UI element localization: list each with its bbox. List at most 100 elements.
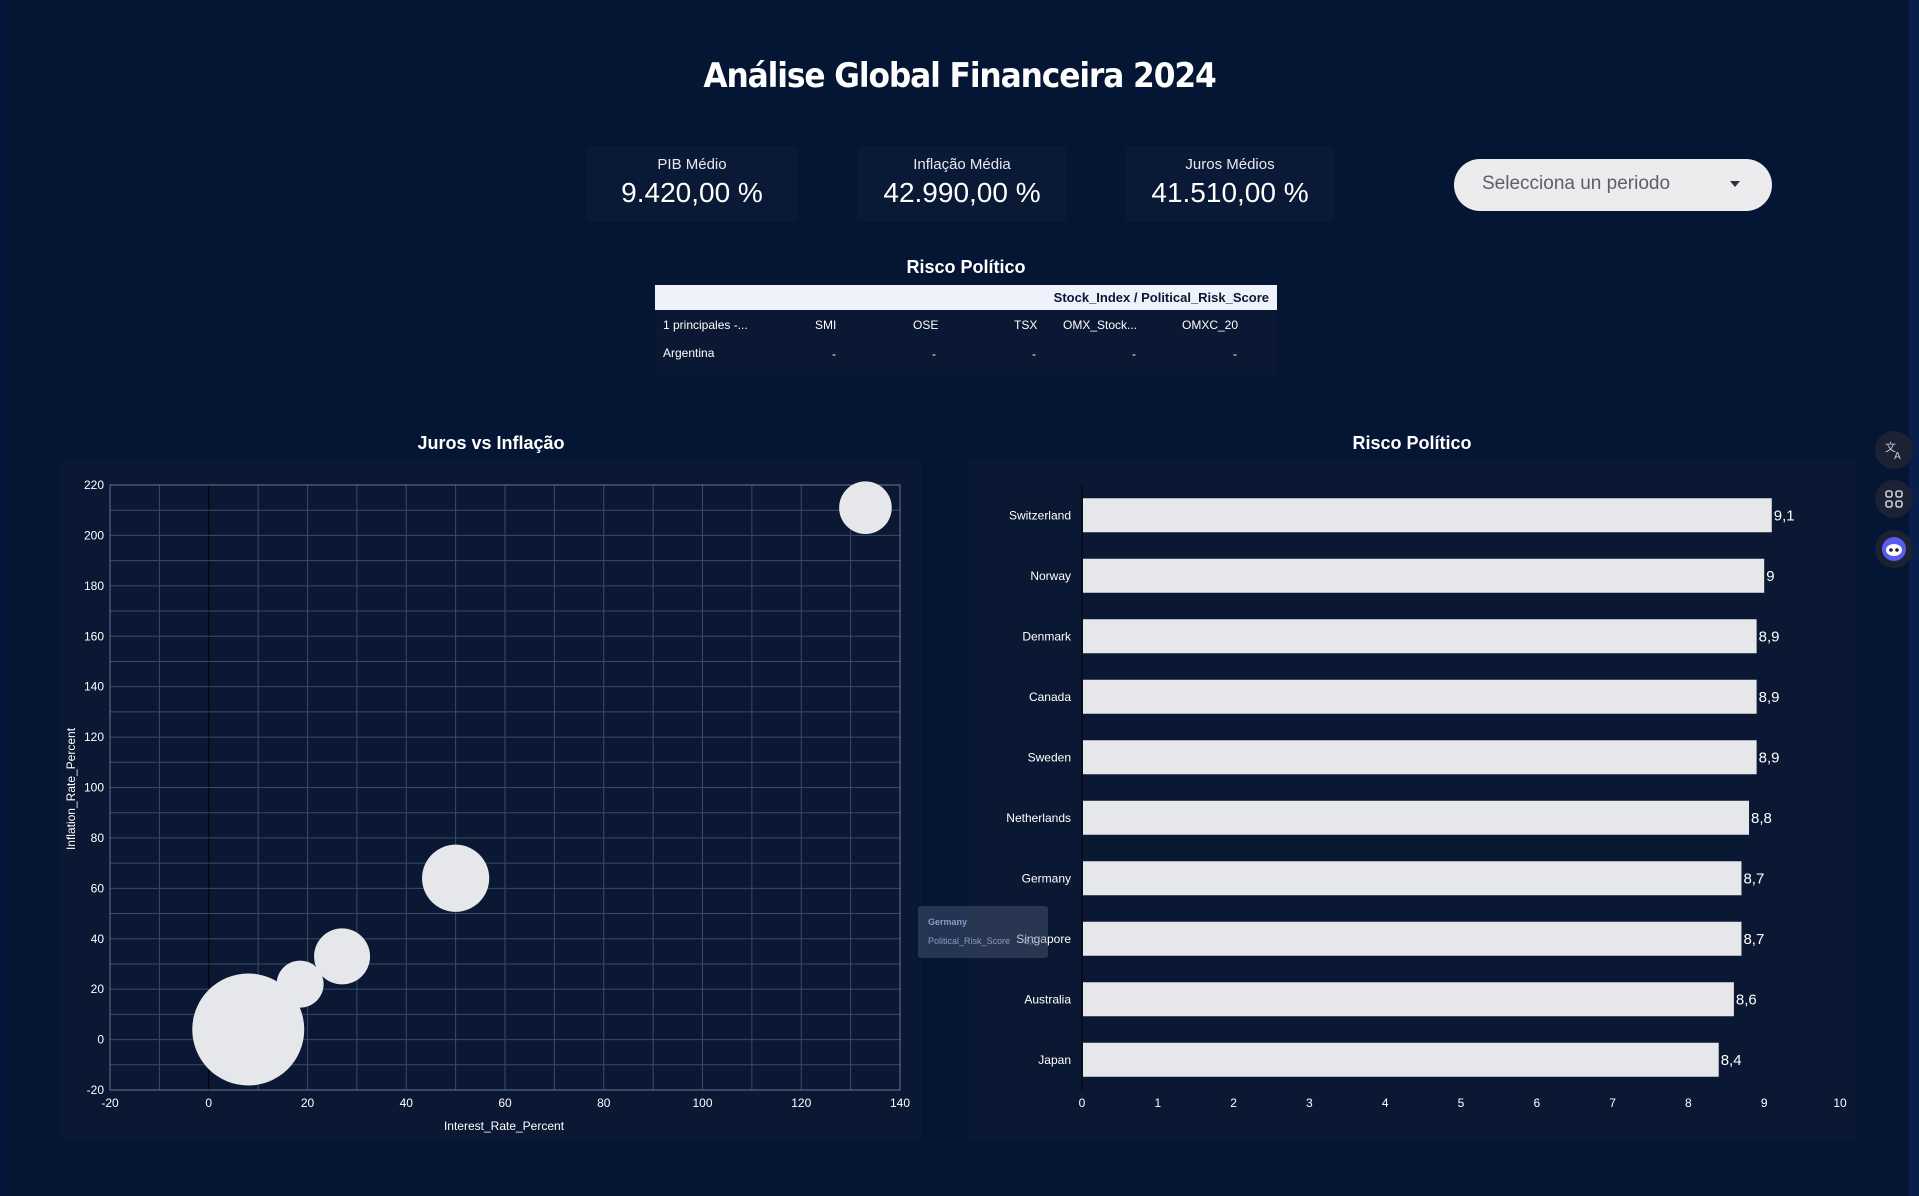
x-tick-label: 140 — [890, 1096, 910, 1110]
x-tick-label: 100 — [692, 1096, 712, 1110]
risk-table-title: Risco Político — [906, 257, 1026, 277]
scatter-point[interactable] — [314, 928, 371, 985]
y-tick-label: 100 — [84, 781, 104, 795]
bar[interactable] — [1083, 800, 1750, 835]
y-tick-label: 80 — [91, 831, 105, 845]
x-tick-label: 9 — [1761, 1096, 1768, 1110]
scatter-chart: -20 0 20 40 60 80 100 120 140 -20 0 20 40 60 80 100 120 1… — [64, 478, 910, 1133]
bar[interactable] — [1083, 679, 1757, 714]
x-tick-label: 0 — [205, 1096, 212, 1110]
kpi-value: 41.510,00 % — [1151, 177, 1309, 208]
y-tick-label: 40 — [91, 932, 105, 946]
table-column-header: OSE — [913, 318, 939, 332]
x-tick-label: 20 — [301, 1096, 315, 1110]
table-cell: - — [1032, 347, 1036, 361]
y-category-label: Australia — [1024, 992, 1071, 1006]
kpi-card-inflation: Inflação Média 42.990,00 % — [857, 146, 1067, 222]
y-category-label: Japan — [1038, 1053, 1071, 1067]
x-tick-label: 7 — [1609, 1096, 1616, 1110]
apps-button[interactable] — [1875, 480, 1913, 518]
x-tick-label: 60 — [498, 1096, 512, 1110]
bar-value-label: 8,9 — [1759, 749, 1780, 766]
x-axis-label: Interest_Rate_Percent — [444, 1119, 565, 1133]
apps-grid-icon — [1885, 490, 1903, 508]
x-tick-label: 3 — [1306, 1096, 1313, 1110]
bar-chart-panel: Switzerland 9,1 Norway 9 Denmark 8,9 Canada 8,9… — [967, 460, 1857, 1140]
chevron-down-icon[interactable] — [1730, 181, 1740, 187]
x-tick-label: 5 — [1458, 1096, 1465, 1110]
x-tick-label: 120 — [791, 1096, 811, 1110]
table-cell: - — [1233, 347, 1237, 361]
y-tick-label: -20 — [87, 1083, 105, 1097]
table-cell: - — [1132, 347, 1136, 361]
bar[interactable] — [1083, 498, 1772, 533]
table-header: Stock_Index / Political_Risk_Score — [655, 285, 1277, 310]
y-tick-label: 200 — [84, 528, 104, 542]
y-tick-label: 140 — [84, 680, 104, 694]
bar-value-label: 8,6 — [1736, 991, 1757, 1008]
table-column-header: TSX — [1014, 318, 1038, 332]
scatter-point[interactable] — [195, 1023, 213, 1041]
period-select-placeholder: Selecciona un periodo — [1482, 173, 1671, 194]
translate-button[interactable]: 文 A — [1875, 431, 1913, 469]
kpi-card-interest: Juros Médios 41.510,00 % — [1125, 146, 1335, 222]
y-category-label: Sweden — [1028, 750, 1071, 764]
bar[interactable] — [1083, 861, 1742, 896]
y-tick-label: 220 — [84, 478, 104, 492]
bar-chart-title: Risco Político — [1352, 433, 1472, 453]
x-tick-label: -20 — [101, 1096, 119, 1110]
bar-value-label: 8,7 — [1743, 931, 1764, 948]
x-tick-label: 0 — [1079, 1096, 1086, 1110]
y-tick-label: 20 — [91, 982, 105, 996]
x-tick-label: 2 — [1230, 1096, 1237, 1110]
risk-pivot-table: Stock_Index / Political_Risk_Score 1 pri… — [655, 285, 1277, 375]
y-category-label: Netherlands — [1006, 811, 1071, 825]
table-cell: - — [832, 347, 836, 361]
table-column-header: OMXC_20 — [1182, 318, 1239, 332]
period-select[interactable]: Selecciona un periodo — [1454, 159, 1772, 211]
translate-icon: 文 A — [1885, 440, 1901, 461]
scatter-point[interactable] — [839, 481, 892, 535]
y-axis-label: Inflation_Rate_Percent — [64, 727, 78, 850]
y-tick-label: 160 — [84, 629, 104, 643]
bar-value-label: 8,9 — [1759, 689, 1780, 706]
y-tick-label: 180 — [84, 579, 104, 593]
assistant-button[interactable] — [1875, 530, 1913, 568]
y-category-label: Germany — [1022, 871, 1071, 885]
scatter-chart-panel: -20 0 20 40 60 80 100 120 140 -20 0 20 40 60 80 100 120 1… — [60, 460, 922, 1140]
y-tick-label: 60 — [91, 881, 105, 895]
kpi-value: 9.420,00 % — [621, 177, 763, 208]
bar[interactable] — [1083, 619, 1757, 654]
bar-value-label: 8,7 — [1743, 870, 1764, 887]
scatter-point[interactable] — [422, 844, 490, 912]
kpi-card-gdp: PIB Médio 9.420,00 % — [587, 146, 797, 222]
bar-value-label: 8,9 — [1759, 628, 1780, 645]
tooltip-metric: Political_Risk_Score — [928, 936, 1011, 946]
y-category-label: Denmark — [1022, 629, 1072, 643]
x-tick-label: 80 — [597, 1096, 611, 1110]
bar[interactable] — [1083, 558, 1765, 593]
right-edge-strip — [1909, 0, 1919, 1196]
bar-value-label: 9,1 — [1774, 507, 1795, 524]
y-category-label: Canada — [1029, 690, 1071, 704]
table-column-header: OMX_Stock... — [1063, 318, 1138, 332]
kpi-label: PIB Médio — [657, 156, 727, 173]
scatter-chart-title: Juros vs Inflação — [417, 433, 565, 453]
kpi-label: Inflação Média — [913, 156, 1011, 173]
table-column-header: SMI — [815, 318, 837, 332]
kpi-label: Juros Médios — [1185, 156, 1275, 173]
kpi-value: 42.990,00 % — [883, 177, 1041, 208]
bar[interactable] — [1083, 921, 1742, 956]
bar[interactable] — [1083, 982, 1734, 1017]
bar[interactable] — [1083, 740, 1757, 775]
table-column-header: 1 principales -... — [663, 318, 748, 332]
x-tick-label: 40 — [400, 1096, 414, 1110]
page-title: Análise Global Financeira 2024 — [703, 56, 1216, 96]
bar-chart: Switzerland 9,1 Norway 9 Denmark 8,9 Canada 8,9… — [1006, 485, 1847, 1110]
x-tick-label: 6 — [1533, 1096, 1540, 1110]
x-tick-label: 10 — [1833, 1096, 1847, 1110]
bar-value-label: 9 — [1766, 568, 1774, 585]
bar[interactable] — [1083, 1042, 1719, 1077]
y-tick-label: 0 — [97, 1033, 104, 1047]
x-tick-label: 1 — [1154, 1096, 1161, 1110]
